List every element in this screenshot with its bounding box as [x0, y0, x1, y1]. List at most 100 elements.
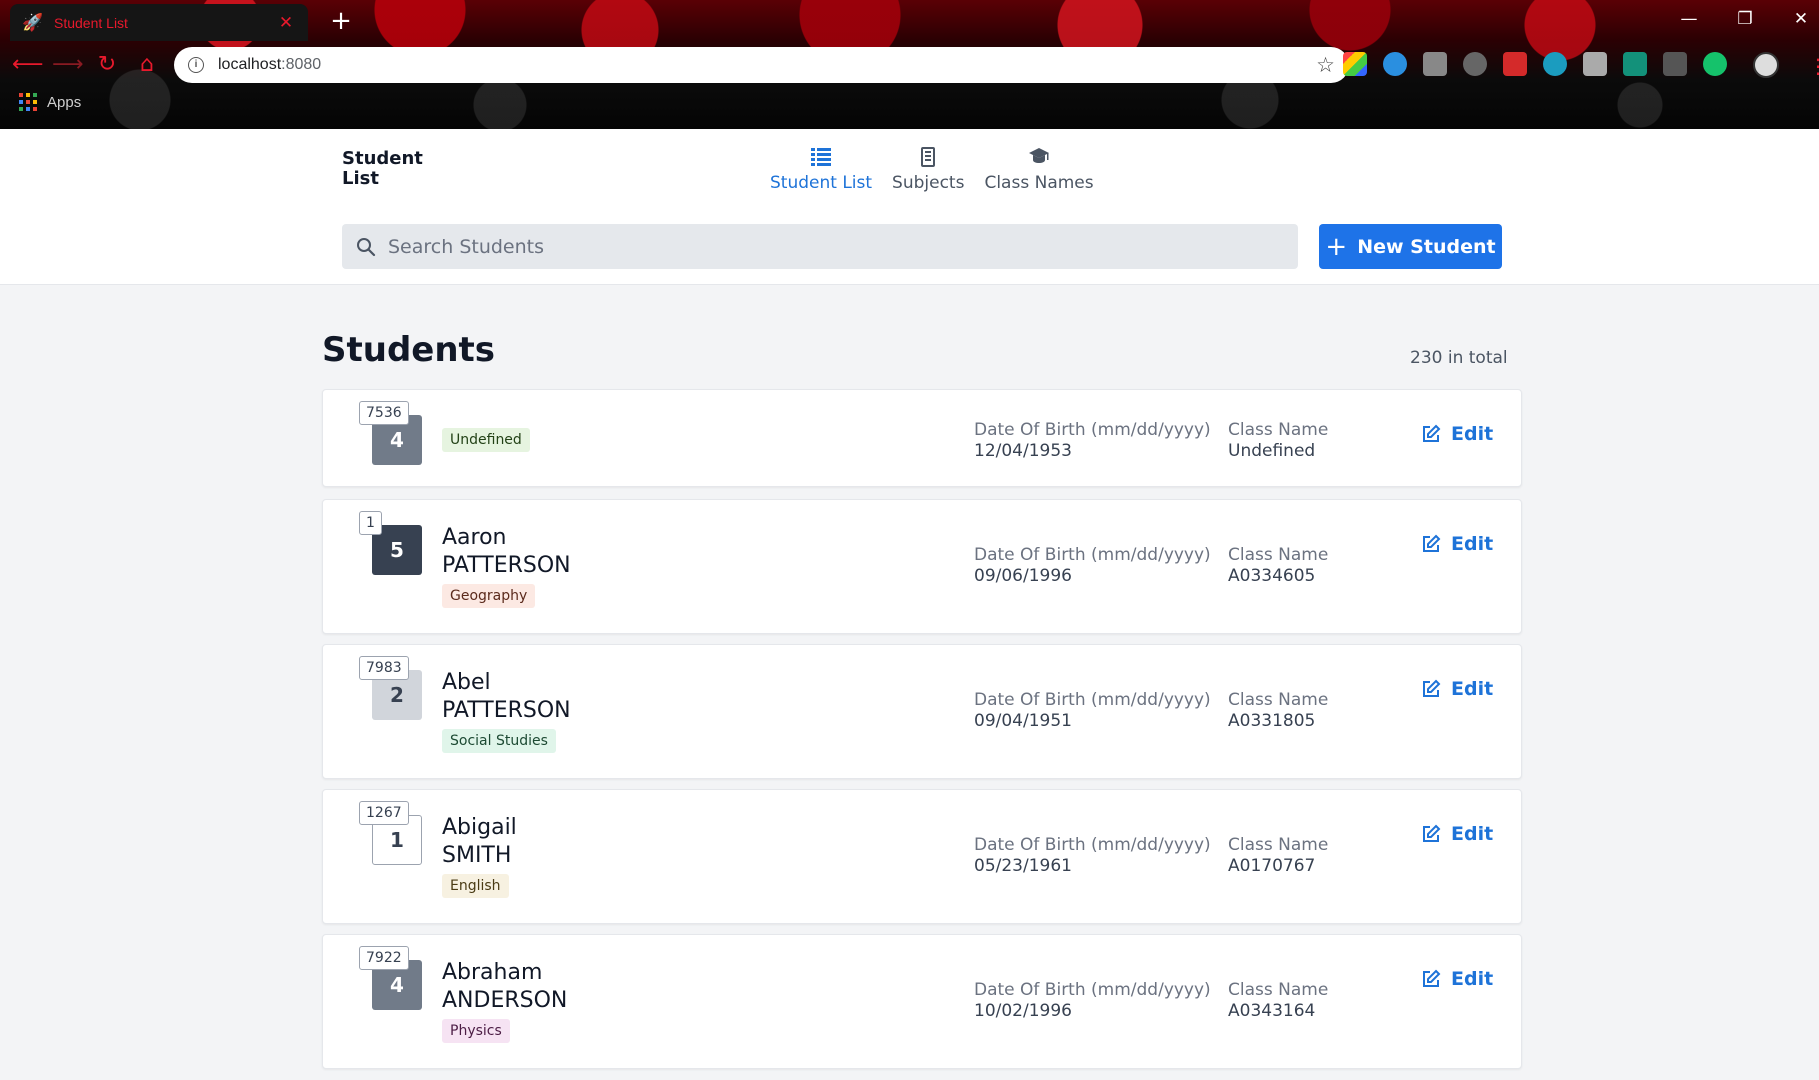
student-card[interactable]: 1 5 Aaron PATTERSON Geography Date Of Bi…: [322, 499, 1522, 634]
tab-close-icon[interactable]: ✕: [276, 13, 296, 33]
list-icon: [809, 145, 833, 169]
edit-label: Edit: [1451, 823, 1494, 845]
student-name[interactable]: Aaron PATTERSON: [442, 524, 571, 580]
nav-label: Student List: [770, 173, 873, 193]
class-name-value: Undefined: [1228, 441, 1316, 461]
edit-icon: [1421, 969, 1441, 989]
edit-button[interactable]: Edit: [1421, 823, 1493, 845]
edit-button[interactable]: Edit: [1421, 423, 1493, 445]
dob-value: 05/23/1961: [974, 856, 1072, 876]
reload-button[interactable]: ↻: [92, 50, 122, 80]
class-name-label: Class Name: [1228, 420, 1329, 440]
arrow-extension-icon[interactable]: [1503, 52, 1527, 76]
class-name-value: A0170767: [1228, 856, 1316, 876]
student-id-tag: 7922: [359, 946, 409, 970]
edit-icon: [1421, 824, 1441, 844]
dob-value: 10/02/1996: [974, 1001, 1072, 1021]
student-id-tag: 7536: [359, 401, 409, 425]
subject-badge: Social Studies: [442, 729, 556, 753]
class-name-value: A0343164: [1228, 1001, 1316, 1021]
student-name[interactable]: Abigail SMITH: [442, 814, 517, 870]
s-extension-icon[interactable]: [1623, 52, 1647, 76]
palette-extension-icon[interactable]: [1343, 52, 1367, 76]
main-nav: Student List Subjects Class Names: [770, 145, 1094, 193]
new-student-label: New Student: [1357, 235, 1496, 258]
apps-bookmark[interactable]: Apps: [47, 94, 81, 111]
edit-label: Edit: [1451, 533, 1494, 555]
student-id-tag: 7983: [359, 656, 409, 680]
forward-button[interactable]: ⟶: [52, 50, 84, 80]
grammarly-extension-icon[interactable]: [1703, 52, 1727, 76]
subject-badge: Geography: [442, 584, 536, 608]
dob-label: Date Of Birth (mm/dd/yyyy): [974, 545, 1211, 565]
brand-title[interactable]: Student List: [342, 149, 423, 189]
nav-label: Subjects: [892, 173, 965, 193]
nav-student-list[interactable]: Student List: [770, 145, 872, 193]
student-card[interactable]: 7922 4 Abraham ANDERSON Physics Date Of …: [322, 934, 1522, 1069]
edit-label: Edit: [1451, 678, 1494, 700]
nav-subjects[interactable]: Subjects: [892, 145, 964, 193]
rocket-icon: 🚀: [22, 12, 44, 33]
search-input[interactable]: [388, 235, 1284, 258]
class-name-value: A0331805: [1228, 711, 1316, 731]
dob-value: 09/06/1996: [974, 566, 1072, 586]
url-text[interactable]: localhost:8080: [218, 56, 1316, 74]
globe-extension-icon[interactable]: [1543, 52, 1567, 76]
new-student-button[interactable]: + New Student: [1319, 224, 1502, 269]
edit-label: Edit: [1451, 968, 1494, 990]
student-name[interactable]: Abraham ANDERSON: [442, 959, 567, 1015]
dob-label: Date Of Birth (mm/dd/yyyy): [974, 420, 1211, 440]
class-name-value: A0334605: [1228, 566, 1316, 586]
minimize-button[interactable]: —: [1666, 4, 1712, 34]
tab-title: Student List: [54, 14, 128, 31]
extensions-bar: [1343, 52, 1779, 78]
student-card[interactable]: 1267 1 Abigail SMITH English Date Of Bir…: [322, 789, 1522, 924]
nav-label: Class Names: [984, 173, 1094, 193]
profile-avatar-icon[interactable]: [1753, 52, 1779, 78]
plus-icon: +: [1325, 231, 1348, 262]
browser-tab[interactable]: 🚀 Student List ✕: [10, 4, 308, 41]
search-box: [342, 224, 1298, 269]
cloud-extension-icon[interactable]: [1383, 52, 1407, 76]
site-info-icon[interactable]: i: [188, 57, 204, 73]
dob-value: 09/04/1951: [974, 711, 1072, 731]
subject-badge: Undefined: [442, 428, 530, 452]
nav-class-names[interactable]: Class Names: [984, 145, 1094, 193]
avg-extension-icon[interactable]: [1663, 52, 1687, 76]
class-name-label: Class Name: [1228, 690, 1329, 710]
font-extension-icon[interactable]: [1583, 52, 1607, 76]
total-count: 230 in total: [1410, 348, 1508, 368]
bookmarks-bar: Apps: [19, 93, 81, 111]
edit-label: Edit: [1451, 423, 1494, 445]
bookmark-star-icon[interactable]: ☆: [1316, 53, 1335, 77]
search-icon: [356, 237, 376, 257]
app-header: Student List Student List Subjects Class…: [0, 129, 1819, 285]
dob-label: Date Of Birth (mm/dd/yyyy): [974, 980, 1211, 1000]
class-name-label: Class Name: [1228, 980, 1329, 1000]
dob-label: Date Of Birth (mm/dd/yyyy): [974, 835, 1211, 855]
subject-badge: English: [442, 874, 509, 898]
edit-button[interactable]: Edit: [1421, 533, 1493, 555]
edit-icon: [1421, 534, 1441, 554]
browser-menu-icon[interactable]: ⋮: [1808, 54, 1819, 78]
edit-button[interactable]: Edit: [1421, 678, 1493, 700]
student-card[interactable]: 7536 4 Undefined Date Of Birth (mm/dd/yy…: [322, 389, 1522, 487]
square-extension-icon[interactable]: [1423, 52, 1447, 76]
subject-badge: Physics: [442, 1019, 510, 1043]
restore-button[interactable]: ❐: [1722, 4, 1768, 34]
address-bar[interactable]: i localhost:8080 ☆: [174, 47, 1349, 83]
back-button[interactable]: ⟵: [12, 50, 44, 80]
class-name-label: Class Name: [1228, 545, 1329, 565]
dob-value: 12/04/1953: [974, 441, 1072, 461]
class-name-label: Class Name: [1228, 835, 1329, 855]
close-window-button[interactable]: ✕: [1778, 4, 1819, 34]
apps-grid-icon[interactable]: [19, 93, 37, 111]
book-icon: [916, 145, 940, 169]
new-tab-button[interactable]: +: [326, 6, 356, 36]
omega-extension-icon[interactable]: [1463, 52, 1487, 76]
student-card[interactable]: 7983 2 Abel PATTERSON Social Studies Dat…: [322, 644, 1522, 779]
browser-chrome: 🚀 Student List ✕ + — ❐ ✕ ⟵ ⟶ ↻ ⌂ i local…: [0, 0, 1819, 129]
edit-button[interactable]: Edit: [1421, 968, 1493, 990]
home-button[interactable]: ⌂: [132, 50, 162, 80]
student-name[interactable]: Abel PATTERSON: [442, 669, 571, 725]
